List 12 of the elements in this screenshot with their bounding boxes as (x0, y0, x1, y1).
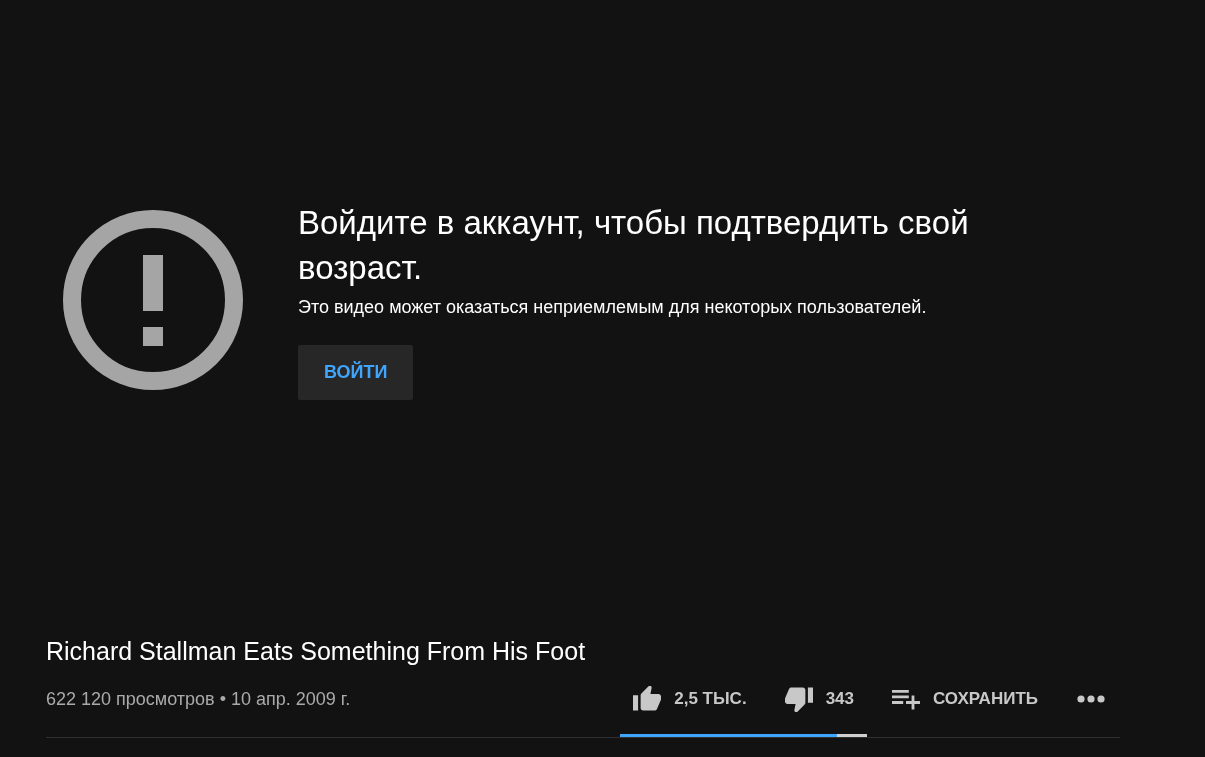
warning-icon (63, 210, 243, 390)
age-gate-title: Войдите в аккаунт, чтобы подтвердить свой возраст. (298, 203, 970, 288)
dislike-button[interactable]: 343 (771, 681, 867, 717)
thumbs-down-icon (784, 686, 813, 712)
thumbs-up-icon (633, 686, 662, 712)
like-button[interactable]: 2,5 ТЫС. (620, 681, 760, 717)
sign-in-button[interactable]: ВОЙТИ (298, 345, 414, 400)
age-gate-message: Это видео может оказаться неприемлемым для некоторых пользователей. (298, 296, 927, 319)
video-title: Richard Stallman Eats Something From His Foot (46, 636, 587, 667)
save-button[interactable]: СОХРАНИТЬ (879, 681, 1051, 717)
video-info: 622 120 просмотров • 10 апр. 2009 г. (46, 688, 351, 711)
more-icon (1077, 695, 1105, 703)
